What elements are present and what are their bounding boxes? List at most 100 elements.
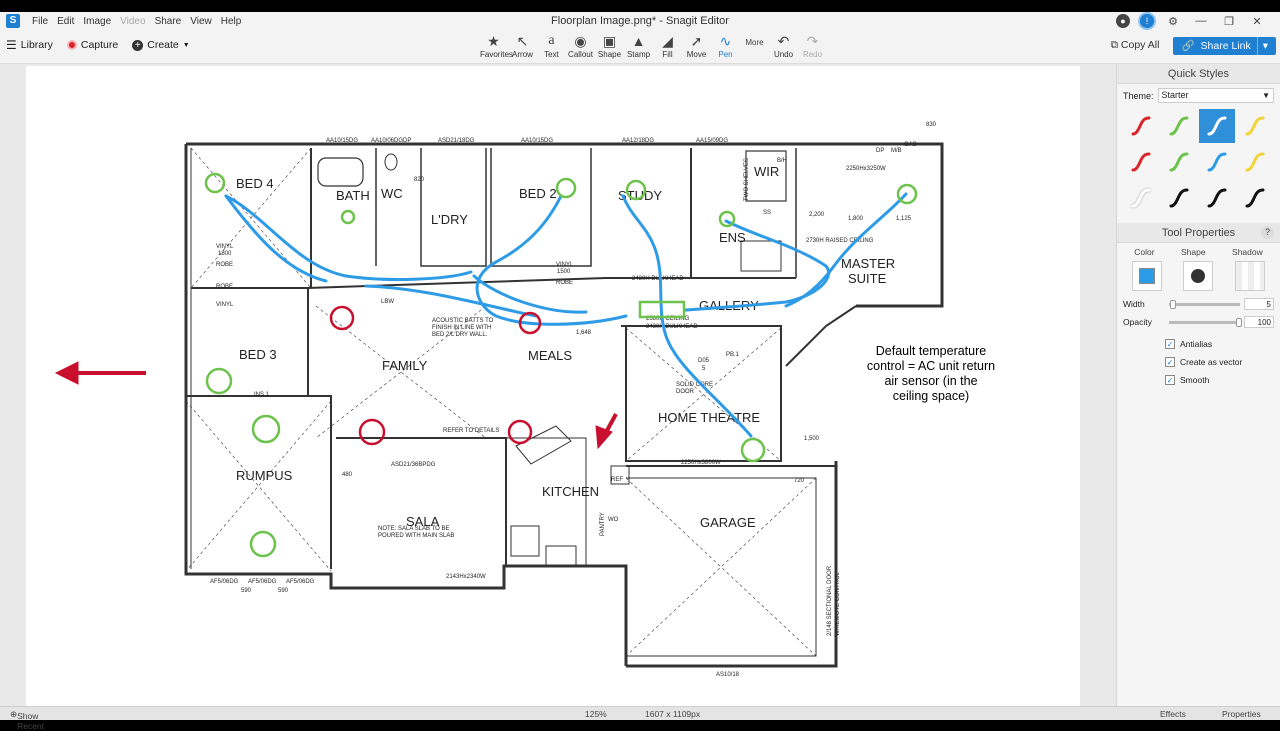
capture-label: Capture <box>80 39 119 51</box>
tool-callout[interactable]: ◉ Callout <box>567 32 594 59</box>
settings-icon[interactable]: ⚙ <box>1164 15 1182 28</box>
room-label: MASTER <box>841 256 895 271</box>
record-icon <box>66 40 77 50</box>
width-input[interactable]: 5 <box>1244 298 1274 310</box>
quick-style-swatch[interactable] <box>1161 109 1197 143</box>
width-slider[interactable] <box>1169 299 1240 309</box>
small-label: W/REMOTE CONTROL <box>835 571 841 636</box>
library-button[interactable]: ☰ Library <box>6 38 53 52</box>
quick-style-swatch[interactable] <box>1123 145 1159 179</box>
small-label: VINYL <box>216 302 234 308</box>
tool-arrow[interactable]: ↖ Arrow <box>509 32 536 59</box>
tool-move[interactable]: ➚ Move <box>683 32 710 59</box>
opacity-input[interactable]: 100 <box>1244 316 1274 328</box>
shadow-picker[interactable] <box>1235 261 1266 291</box>
redo-icon: ↷ <box>806 33 819 49</box>
show-recent-button[interactable]: ⊕ Show Recent <box>10 709 44 731</box>
width-slider-knob[interactable] <box>1170 299 1177 309</box>
small-label: 820 <box>414 177 425 183</box>
capture-button[interactable]: Capture <box>66 39 119 51</box>
quick-style-swatch[interactable] <box>1161 181 1197 215</box>
menu-video: Video <box>120 15 146 27</box>
small-label: 830 <box>926 122 937 128</box>
effects-tab[interactable]: Effects <box>1160 709 1186 719</box>
tool-shape[interactable]: ▣ Shape <box>596 32 623 59</box>
close-icon[interactable]: ✕ <box>1248 15 1266 28</box>
room-label: BED 2 <box>519 186 557 201</box>
tool-stamp[interactable]: ▲ Stamp <box>625 32 652 59</box>
menu-edit[interactable]: Edit <box>57 16 74 27</box>
small-label: 1,500 <box>804 436 820 442</box>
tool-more[interactable]: More <box>741 32 768 59</box>
menu-image[interactable]: Image <box>83 16 111 27</box>
floorplan-image[interactable]: BED 4 BATH WC L'DRY BED 2 STUDY WIR ENS … <box>26 66 1080 706</box>
shape-picker[interactable] <box>1183 261 1214 291</box>
share-link-button[interactable]: 🔗 Share Link ▾ <box>1173 36 1276 55</box>
properties-tab[interactable]: Properties <box>1222 709 1261 719</box>
small-label: AA12/18DG <box>622 138 654 144</box>
menu-file[interactable]: File <box>32 16 48 27</box>
zoom-control[interactable]: 125% <box>585 709 607 719</box>
quick-style-swatch[interactable] <box>1199 145 1235 179</box>
tool-undo[interactable]: ↶ Undo <box>770 32 797 59</box>
image-dimensions[interactable]: 1607 x 1109px <box>645 709 700 719</box>
create-as-vector-checkbox[interactable]: ✓ Create as vector <box>1117 353 1280 371</box>
tool-properties-title: Tool Properties <box>1161 227 1236 239</box>
smooth-checkbox[interactable]: ✓ Smooth <box>1117 371 1280 389</box>
shadow-label: Shadow <box>1232 247 1263 257</box>
tool-pen[interactable]: ∿ Pen <box>712 32 739 59</box>
annotation-note[interactable]: Default temperature control = AC unit re… <box>866 344 996 404</box>
quick-style-swatch[interactable] <box>1123 181 1159 215</box>
opacity-slider-knob[interactable] <box>1235 317 1242 327</box>
quick-style-swatch[interactable] <box>1237 181 1273 215</box>
menu-help[interactable]: Help <box>221 16 242 27</box>
small-label: SOLID CORE <box>676 382 713 388</box>
quick-styles-grid <box>1117 107 1280 223</box>
plus-icon: + <box>132 39 144 51</box>
checkbox-label: Create as vector <box>1180 357 1243 367</box>
tool-fill[interactable]: ◢ Fill <box>654 32 681 59</box>
small-label: ACOUSTIC BATTS TO <box>432 318 494 324</box>
quick-style-swatch[interactable] <box>1199 181 1235 215</box>
menu-view[interactable]: View <box>190 16 212 27</box>
copy-all-label: Copy All <box>1120 39 1160 51</box>
tool-label: Callout <box>568 50 593 59</box>
restore-icon[interactable]: ❐ <box>1220 15 1238 28</box>
small-label: AA15/09DG <box>696 138 728 144</box>
red-arrows[interactable] <box>54 361 618 450</box>
small-label: POURED WITH MAIN SLAB <box>378 533 454 539</box>
small-label: GAS <box>904 142 917 148</box>
pen-icon: ∿ <box>719 33 732 49</box>
create-button[interactable]: + Create ▼ <box>132 39 190 51</box>
quick-style-swatch[interactable] <box>1237 145 1273 179</box>
small-label: PANTRY <box>600 512 606 536</box>
tool-favorites[interactable]: ★ Favorites <box>480 32 513 59</box>
tool-text[interactable]: a Text <box>538 32 565 59</box>
theme-label: Theme: <box>1123 90 1154 101</box>
copy-all-button[interactable]: ⧉ Copy All <box>1104 36 1165 55</box>
quick-style-swatch[interactable] <box>1123 109 1159 143</box>
color-picker[interactable] <box>1131 261 1162 291</box>
theme-select[interactable]: Starter ▼ <box>1157 88 1274 103</box>
tool-label: Text <box>544 50 559 59</box>
antialias-checkbox[interactable]: ✓ Antialias <box>1117 335 1280 353</box>
account-icon[interactable]: ● <box>1116 14 1130 28</box>
small-label: AS10/18 <box>716 672 740 678</box>
room-label: RUMPUS <box>236 468 293 483</box>
help-icon[interactable]: ? <box>1261 226 1274 239</box>
color-swatch <box>1138 268 1155 284</box>
notification-icon[interactable]: ! <box>1140 14 1154 28</box>
minimize-icon[interactable]: — <box>1192 15 1210 27</box>
stamp-icon: ▲ <box>631 33 646 49</box>
quick-style-swatch[interactable] <box>1237 109 1273 143</box>
small-label: REF <box>611 477 623 483</box>
chevron-down-icon: ▼ <box>182 41 190 49</box>
quick-style-swatch[interactable] <box>1161 145 1197 179</box>
room-label: WIR <box>754 164 779 179</box>
small-label: 480 <box>342 472 353 478</box>
quick-style-swatch[interactable] <box>1199 109 1235 143</box>
share-dropdown-icon[interactable]: ▾ <box>1256 36 1268 55</box>
menu-share[interactable]: Share <box>155 16 182 27</box>
opacity-slider[interactable] <box>1169 317 1242 327</box>
editor-canvas[interactable]: BED 4 BATH WC L'DRY BED 2 STUDY WIR ENS … <box>0 64 1116 706</box>
